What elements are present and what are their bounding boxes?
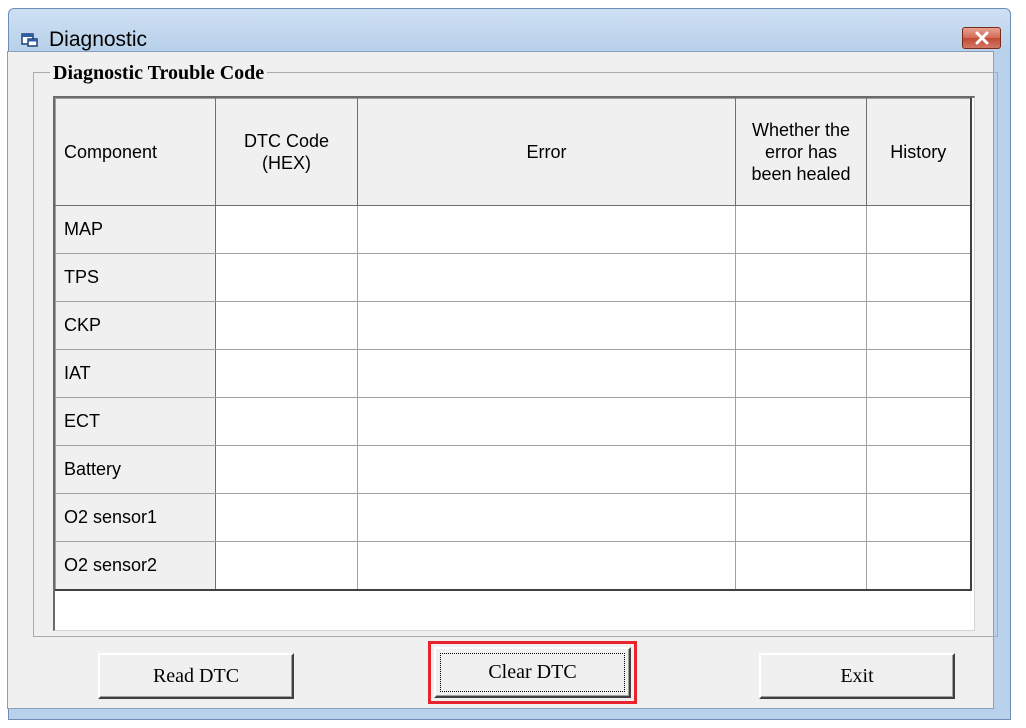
dtc-code-cell[interactable] [215, 541, 358, 591]
error-cell[interactable] [357, 301, 736, 350]
column-header-dtc-code[interactable]: DTC Code (HEX) [215, 98, 358, 206]
history-cell[interactable] [866, 541, 972, 591]
window-title: Diagnostic [49, 28, 148, 51]
healed-cell[interactable] [735, 349, 867, 398]
table-row[interactable]: ECT [55, 397, 972, 446]
exit-label: Exit [840, 664, 874, 687]
table-row[interactable]: IAT [55, 349, 972, 398]
dtc-code-cell[interactable] [215, 397, 358, 446]
table-row[interactable]: CKP [55, 301, 972, 350]
error-cell[interactable] [357, 493, 736, 542]
error-cell[interactable] [357, 397, 736, 446]
history-cell[interactable] [866, 493, 972, 542]
error-cell[interactable] [357, 205, 736, 254]
healed-cell[interactable] [735, 397, 867, 446]
column-header-error[interactable]: Error [357, 98, 736, 206]
highlight-box [428, 641, 637, 704]
component-cell: O2 sensor1 [55, 493, 216, 542]
history-cell[interactable] [866, 205, 972, 254]
close-button[interactable] [962, 27, 1001, 49]
groupbox-label: Diagnostic Trouble Code [50, 62, 268, 85]
healed-cell[interactable] [735, 445, 867, 494]
dtc-code-cell[interactable] [215, 445, 358, 494]
dtc-code-cell[interactable] [215, 493, 358, 542]
close-x-icon [975, 31, 988, 45]
healed-cell[interactable] [735, 205, 867, 254]
read-dtc-label: Read DTC [152, 664, 240, 687]
error-cell[interactable] [357, 541, 736, 591]
history-cell[interactable] [866, 301, 972, 350]
app-window-icon [21, 33, 38, 47]
column-header-healed[interactable]: Whether the error has been healed [735, 98, 867, 206]
component-cell: IAT [55, 349, 216, 398]
dtc-code-cell[interactable] [215, 349, 358, 398]
history-cell[interactable] [866, 445, 972, 494]
exit-button[interactable]: Exit [759, 653, 955, 699]
table-row[interactable]: TPS [55, 253, 972, 302]
error-cell[interactable] [357, 445, 736, 494]
healed-cell[interactable] [735, 493, 867, 542]
component-cell: Battery [55, 445, 216, 494]
dtc-table: Component DTC Code (HEX) Error Whether t… [55, 98, 972, 591]
component-cell: MAP [55, 205, 216, 254]
dtc-code-cell[interactable] [215, 253, 358, 302]
healed-cell[interactable] [735, 541, 867, 591]
component-cell: CKP [55, 301, 216, 350]
error-cell[interactable] [357, 349, 736, 398]
table-row[interactable]: O2 sensor2 [55, 541, 972, 591]
healed-cell[interactable] [735, 253, 867, 302]
dtc-code-cell[interactable] [215, 301, 358, 350]
dtc-code-cell[interactable] [215, 205, 358, 254]
history-cell[interactable] [866, 349, 972, 398]
read-dtc-button[interactable]: Read DTC [98, 653, 294, 699]
history-cell[interactable] [866, 253, 972, 302]
column-header-history[interactable]: History [866, 98, 972, 206]
component-cell: ECT [55, 397, 216, 446]
component-cell: O2 sensor2 [55, 541, 216, 591]
component-cell: TPS [55, 253, 216, 302]
history-cell[interactable] [866, 397, 972, 446]
healed-cell[interactable] [735, 301, 867, 350]
column-header-component[interactable]: Component [55, 98, 216, 206]
error-cell[interactable] [357, 253, 736, 302]
table-row[interactable]: Battery [55, 445, 972, 494]
table-row[interactable]: MAP [55, 205, 972, 254]
table-row[interactable]: O2 sensor1 [55, 493, 972, 542]
